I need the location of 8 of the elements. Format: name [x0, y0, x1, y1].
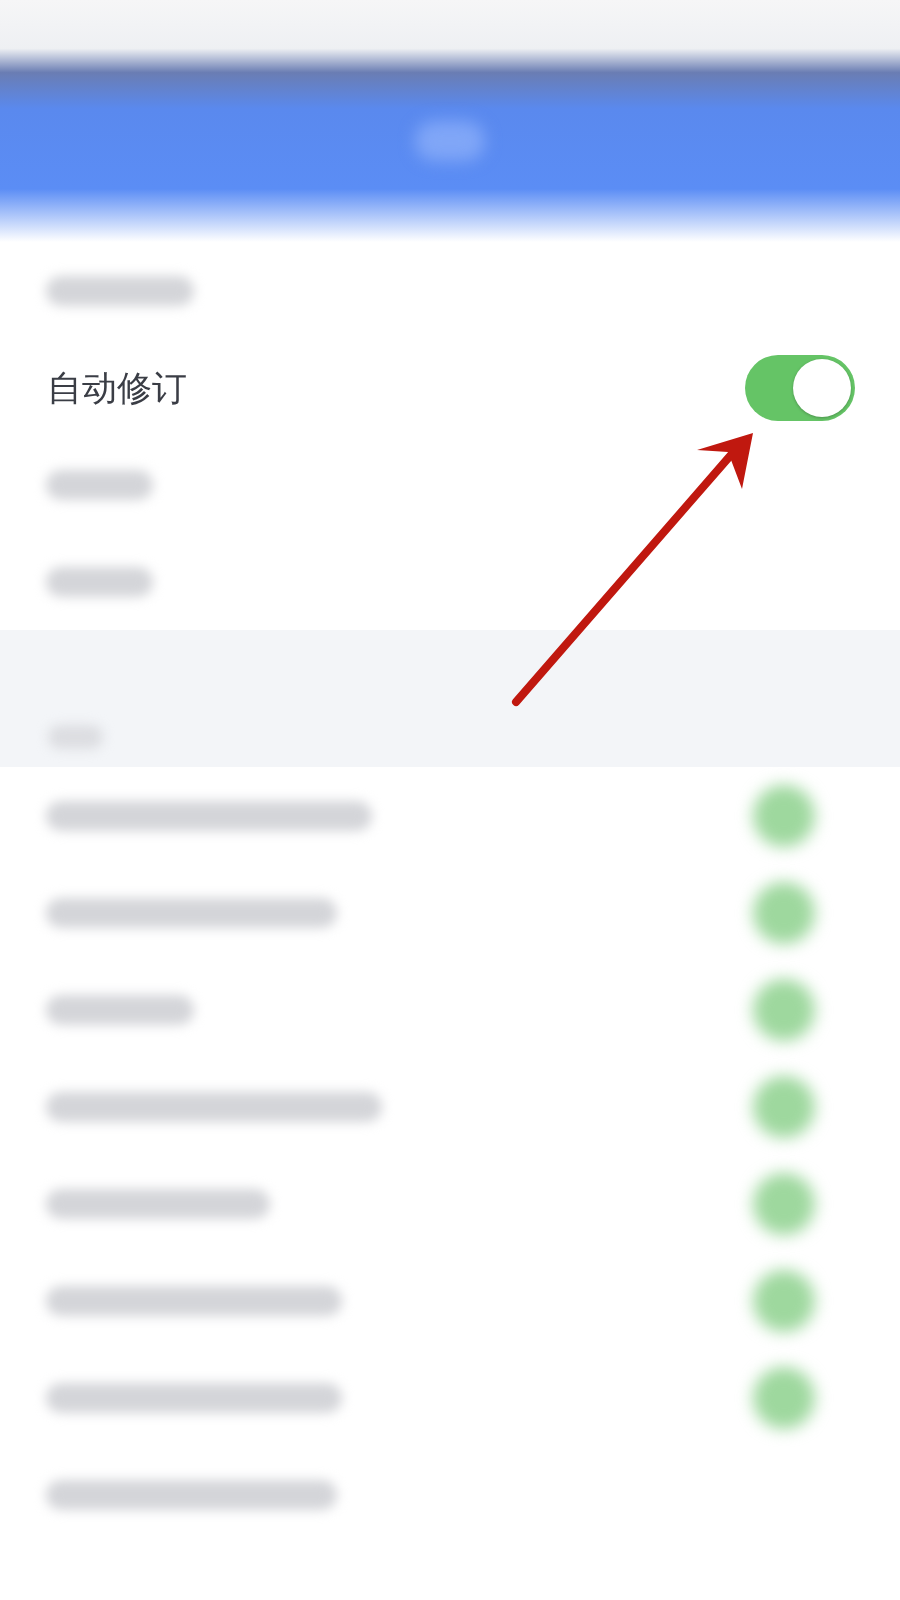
blurred-switch[interactable]: [753, 1075, 815, 1138]
blurred-switch[interactable]: [753, 784, 815, 847]
blurred-switch[interactable]: [753, 1269, 815, 1332]
blurred-switch[interactable]: [753, 1366, 815, 1429]
blurred-switch[interactable]: [753, 881, 815, 944]
setting-label: 自动修订: [47, 370, 187, 405]
blurred-switch[interactable]: [753, 978, 815, 1041]
blurred-switch[interactable]: [753, 1172, 815, 1235]
